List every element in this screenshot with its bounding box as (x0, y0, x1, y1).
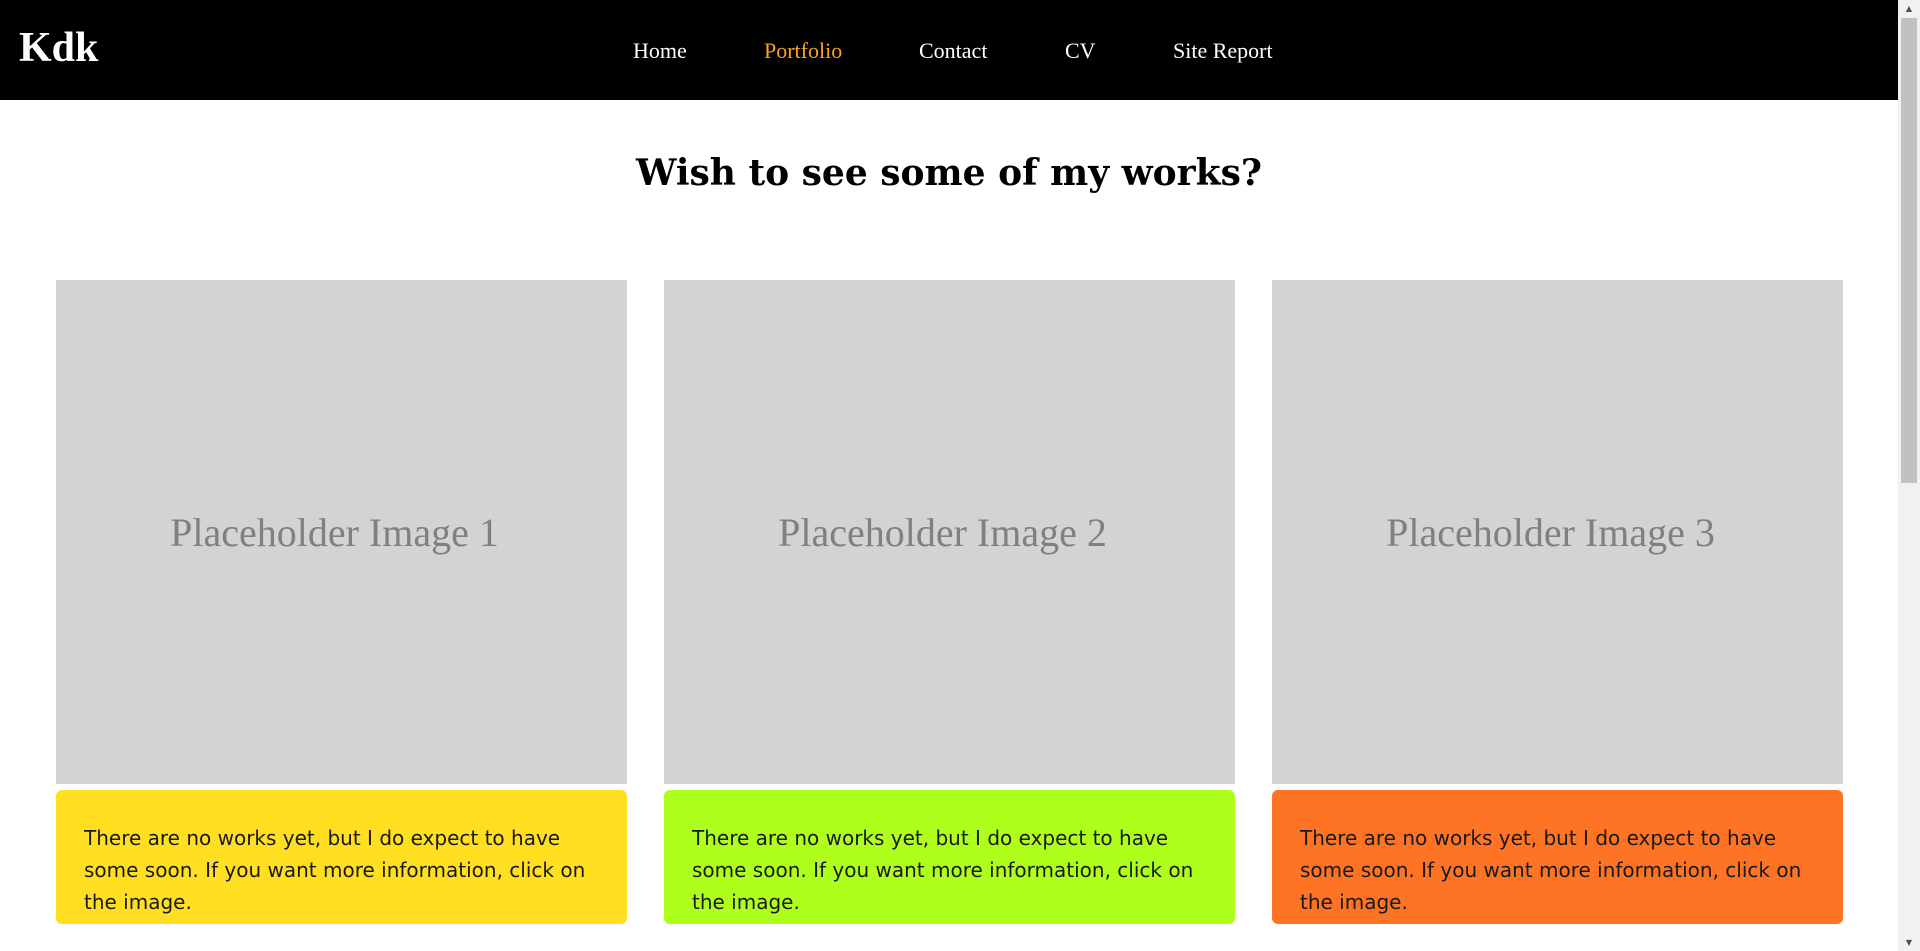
nav-item-cv[interactable]: CV (1065, 38, 1096, 64)
triangle-down-icon[interactable]: ▼ (1898, 934, 1920, 951)
card-caption-3: There are no works yet, but I do expect … (1272, 790, 1843, 924)
placeholder-image-2[interactable]: Placeholder Image 2 (664, 280, 1235, 784)
triangle-up-icon[interactable]: ▲ (1898, 0, 1920, 17)
page-heading: Wish to see some of my works? (636, 152, 1262, 194)
placeholder-image-label: Placeholder Image 2 (778, 509, 1107, 555)
nav-item-contact[interactable]: Contact (919, 38, 987, 64)
portfolio-card-3: Placeholder Image 3 There are no works y… (1272, 280, 1843, 924)
placeholder-image-label: Placeholder Image 3 (1386, 509, 1715, 555)
nav-menu: Home Portfolio Contact CV Site Report (0, 0, 1898, 100)
placeholder-image-label: Placeholder Image 1 (170, 509, 499, 555)
card-caption-2: There are no works yet, but I do expect … (664, 790, 1235, 924)
card-caption-1: There are no works yet, but I do expect … (56, 790, 627, 924)
nav-item-site-report[interactable]: Site Report (1173, 38, 1273, 64)
top-navbar: Kdk Home Portfolio Contact CV Site Repor… (0, 0, 1898, 100)
portfolio-card-2: Placeholder Image 2 There are no works y… (664, 280, 1235, 924)
placeholder-image-1[interactable]: Placeholder Image 1 (56, 280, 627, 784)
scrollbar-thumb[interactable] (1901, 18, 1917, 483)
vertical-scrollbar[interactable]: ▲ ▼ (1898, 0, 1920, 951)
placeholder-image-3[interactable]: Placeholder Image 3 (1272, 280, 1843, 784)
nav-item-home[interactable]: Home (633, 38, 687, 64)
portfolio-card-1: Placeholder Image 1 There are no works y… (56, 280, 627, 924)
nav-item-portfolio[interactable]: Portfolio (764, 38, 842, 64)
